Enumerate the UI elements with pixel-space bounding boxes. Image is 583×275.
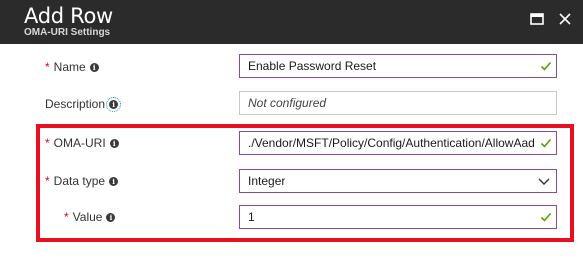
close-icon [559, 13, 571, 25]
description-label-text: Description [45, 97, 106, 111]
chevron-down-icon [538, 178, 550, 185]
value-row: * Value i 1 [0, 202, 583, 232]
oma-uri-label-text: OMA-URI [53, 136, 106, 150]
close-button[interactable] [555, 9, 575, 29]
name-label: * Name i [45, 52, 99, 82]
check-icon [540, 212, 552, 222]
maximize-icon [530, 13, 544, 25]
value-label: * Value i [64, 202, 116, 232]
description-row: Description i Not configured [0, 89, 583, 119]
info-icon[interactable]: i [109, 138, 119, 148]
oma-uri-field[interactable]: ./Vendor/MSFT/Policy/Config/Authenticati… [239, 131, 557, 155]
required-mark: * [64, 210, 69, 224]
name-label-text: Name [53, 60, 86, 74]
info-icon[interactable]: i [109, 176, 119, 186]
value-field-value: 1 [248, 210, 255, 224]
blade-header: Add Row OMA-URI Settings [0, 0, 583, 44]
page-subtitle: OMA-URI Settings [24, 27, 111, 38]
data-type-select[interactable]: Integer [239, 169, 557, 193]
oma-uri-field-value: ./Vendor/MSFT/Policy/Config/Authenticati… [248, 136, 534, 150]
oma-uri-label: * OMA-URI i [45, 128, 119, 158]
value-label-text: Value [72, 210, 103, 224]
data-type-label: * Data type i [45, 166, 119, 196]
check-icon [540, 61, 552, 71]
description-label: Description i [45, 89, 122, 119]
info-icon[interactable]: i [89, 62, 99, 72]
description-placeholder: Not configured [248, 96, 327, 110]
check-icon [540, 137, 552, 149]
description-field[interactable]: Not configured [239, 91, 557, 115]
maximize-button[interactable] [527, 9, 547, 29]
oma-uri-row: * OMA-URI i ./Vendor/MSFT/Policy/Config/… [0, 128, 583, 158]
data-type-selected-value: Integer [248, 174, 286, 188]
name-row: * Name i Enable Password Reset [0, 52, 583, 82]
name-field-value: Enable Password Reset [248, 59, 377, 73]
page-title: Add Row [24, 4, 113, 28]
info-icon[interactable]: i [106, 96, 122, 112]
name-field[interactable]: Enable Password Reset [239, 54, 557, 78]
required-mark: * [45, 136, 50, 150]
data-type-label-text: Data type [53, 174, 106, 188]
required-mark: * [45, 174, 50, 188]
info-icon[interactable]: i [106, 212, 116, 222]
required-mark: * [45, 60, 50, 74]
value-field[interactable]: 1 [239, 205, 557, 229]
data-type-row: * Data type i Integer [0, 166, 583, 196]
